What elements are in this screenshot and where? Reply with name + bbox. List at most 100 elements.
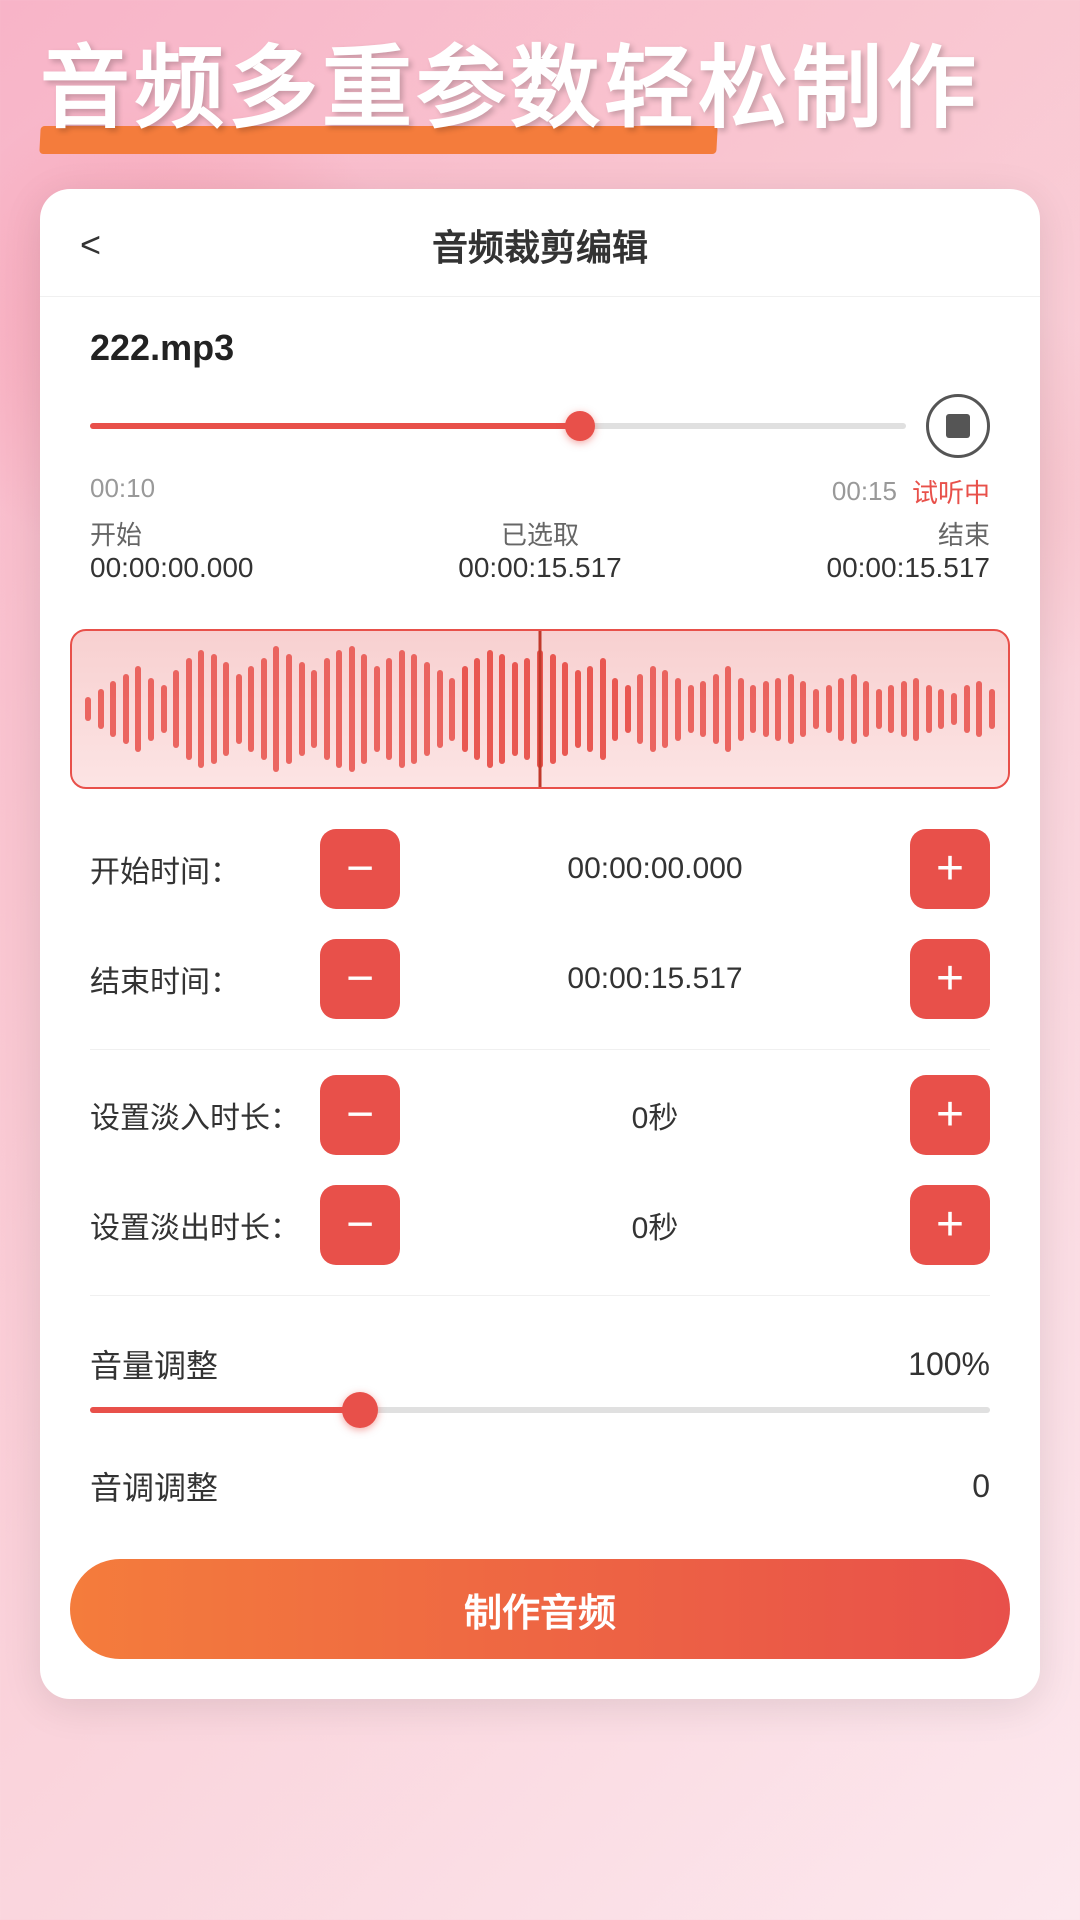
selected-value: 00:00:15.517 <box>458 552 622 584</box>
waveform-bar <box>336 650 342 768</box>
waveform-bar <box>976 681 982 736</box>
end-time-row: 结束时间： − 00:00:15.517 + <box>90 939 990 1019</box>
waveform-bar <box>562 662 568 757</box>
waveform-bar <box>261 658 267 760</box>
minus-icon-4: − <box>346 1201 374 1249</box>
volume-slider[interactable] <box>90 1407 990 1413</box>
start-time-row: 开始时间： − 00:00:00.000 + <box>90 829 990 909</box>
waveform-bar <box>173 670 179 749</box>
end-time-plus-button[interactable]: + <box>910 939 990 1019</box>
waveform-bar <box>587 666 593 753</box>
plus-icon-4: + <box>936 1201 964 1249</box>
waveform-bar <box>675 678 681 741</box>
waveform-bar <box>449 678 455 741</box>
minus-icon-2: − <box>346 955 374 1003</box>
stop-button[interactable] <box>926 394 990 458</box>
waveform-bar <box>186 658 192 760</box>
waveform-bar <box>98 689 104 728</box>
waveform-bar <box>813 689 819 728</box>
waveform-bar <box>851 674 857 745</box>
slider-thumb[interactable] <box>565 411 595 441</box>
waveform-bar <box>800 681 806 736</box>
waveform-container[interactable] <box>70 629 1010 789</box>
waveform-bar <box>148 678 154 741</box>
waveform-bar <box>826 685 832 732</box>
fade-out-label: 设置淡出时长： <box>90 1203 320 1247</box>
start-time-plus-button[interactable]: + <box>910 829 990 909</box>
fade-out-row: 设置淡出时长： − 0秒 + <box>90 1185 990 1265</box>
create-audio-label: 制作音频 <box>464 1582 616 1637</box>
waveform-bar <box>876 689 882 728</box>
waveform-bar <box>788 674 794 745</box>
main-card: < 音频裁剪编辑 222.mp3 00:10 00:15 试听中 <box>40 189 1040 1699</box>
plus-icon: + <box>936 845 964 893</box>
waveform-bar <box>700 681 706 736</box>
waveform-bar <box>750 685 756 732</box>
time-labels-row: 00:10 00:15 试听中 <box>90 473 990 510</box>
waveform-cursor <box>539 631 542 787</box>
back-button[interactable]: < <box>80 227 101 263</box>
waveform-bar <box>612 678 618 741</box>
start-value: 00:00:00.000 <box>90 552 254 584</box>
selection-end-col: 结束 00:00:15.517 <box>827 515 991 584</box>
selection-row: 开始 00:00:00.000 已选取 00:00:15.517 结束 00:0… <box>90 515 990 584</box>
waveform-bar <box>311 670 317 749</box>
waveform-bar <box>524 658 530 760</box>
end-time-minus-button[interactable]: − <box>320 939 400 1019</box>
banner-title: 音频多重参数轻松制作 <box>40 40 980 139</box>
waveform-bar <box>374 666 380 753</box>
pitch-value: 0 <box>972 1468 990 1505</box>
volume-header: 音量调整 100% <box>90 1341 990 1387</box>
waveform-bar <box>85 697 91 721</box>
fade-in-row: 设置淡入时长： − 0秒 + <box>90 1075 990 1155</box>
waveform-bar <box>135 666 141 753</box>
waveform-bar <box>688 685 694 732</box>
waveform-bar <box>926 685 932 732</box>
waveform-bar <box>913 678 919 741</box>
plus-icon-3: + <box>936 1091 964 1139</box>
fade-in-plus-button[interactable]: + <box>910 1075 990 1155</box>
fade-in-value: 0秒 <box>400 1093 910 1137</box>
selection-start-col: 开始 00:00:00.000 <box>90 515 254 584</box>
waveform-bar <box>299 662 305 757</box>
waveform-bar <box>600 658 606 760</box>
waveform-bar <box>838 678 844 741</box>
waveform-bar <box>474 658 480 760</box>
waveform-bar <box>499 654 505 764</box>
banner-area: 音频多重参数轻松制作 <box>0 0 1080 159</box>
waveform-bar <box>399 650 405 768</box>
fade-out-plus-button[interactable]: + <box>910 1185 990 1265</box>
start-time-label: 开始时间： <box>90 847 320 891</box>
waveform-bar <box>123 674 129 745</box>
waveform-bar <box>286 654 292 764</box>
waveform-bar <box>462 666 468 753</box>
fade-in-minus-button[interactable]: − <box>320 1075 400 1155</box>
fade-out-minus-button[interactable]: − <box>320 1185 400 1265</box>
start-time-minus-button[interactable]: − <box>320 829 400 909</box>
waveform-bar <box>349 646 355 772</box>
waveform-bar <box>198 650 204 768</box>
slider-fill <box>90 423 580 429</box>
waveform-bar <box>951 693 957 725</box>
volume-label: 音量调整 <box>90 1341 218 1387</box>
start-label: 开始 <box>90 515 142 552</box>
waveform-bar <box>273 646 279 772</box>
stop-icon <box>946 414 970 438</box>
create-audio-button[interactable]: 制作音频 <box>70 1559 1010 1659</box>
volume-thumb[interactable] <box>342 1392 378 1428</box>
waveform-bar <box>625 685 631 732</box>
divider-1 <box>90 1049 990 1050</box>
start-time-value: 00:00:00.000 <box>400 852 910 886</box>
waveform-bar <box>512 662 518 757</box>
controls-section: 开始时间： − 00:00:00.000 + 结束时间： − 00:00:15.… <box>40 819 1040 1331</box>
pitch-section: 音调调整 0 <box>40 1463 1040 1529</box>
waveform-bar <box>775 678 781 741</box>
fade-in-label: 设置淡入时长： <box>90 1093 320 1137</box>
pitch-header: 音调调整 0 <box>90 1463 990 1509</box>
end-value: 00:00:15.517 <box>827 552 991 584</box>
playback-row <box>90 394 990 458</box>
playback-slider[interactable] <box>90 423 906 429</box>
time-end-label: 00:15 <box>832 476 897 507</box>
waveform-bar <box>161 685 167 732</box>
fade-out-value: 0秒 <box>400 1203 910 1247</box>
